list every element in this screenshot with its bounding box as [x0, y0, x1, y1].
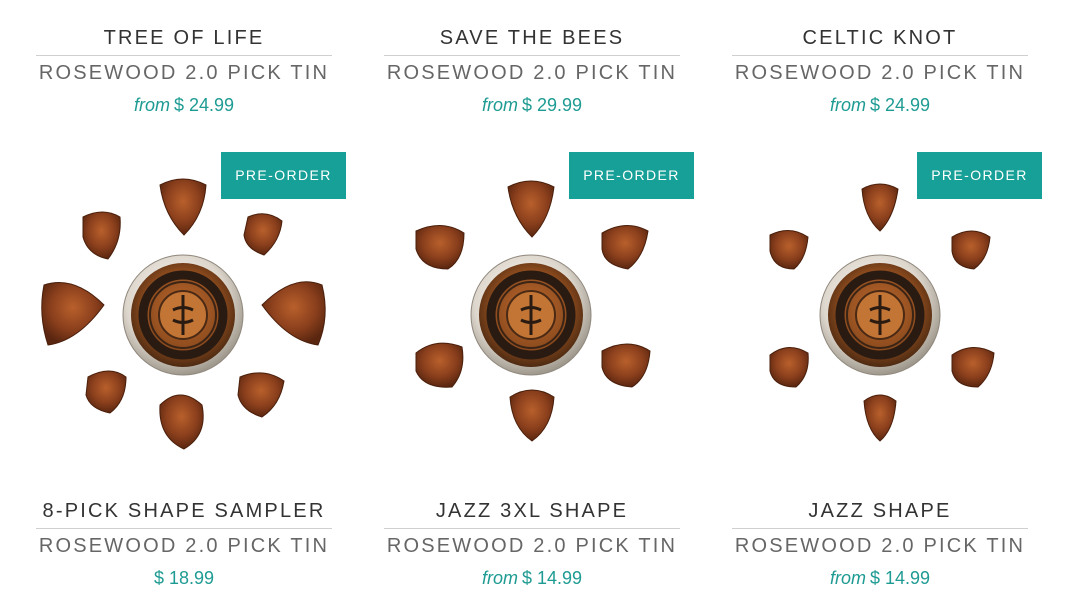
- price-value: $ 24.99: [869, 95, 931, 115]
- product-card-save-the-bees[interactable]: SAVE THE BEES ROSEWOOD 2.0 PICK TIN from…: [358, 24, 706, 120]
- product-subtitle: ROSEWOOD 2.0 PICK TIN: [386, 62, 678, 84]
- product-title[interactable]: TREE OF LIFE: [10, 24, 358, 52]
- title-divider: [732, 55, 1028, 56]
- title-divider: [384, 528, 680, 529]
- product-subtitle: ROSEWOOD 2.0 PICK TIN: [386, 535, 678, 557]
- product-card-jazz-shape[interactable]: JAZZ SHAPE ROSEWOOD 2.0 PICK TIN from $ 1…: [706, 497, 1054, 593]
- product-price-line: from $ 29.99: [358, 90, 706, 120]
- product-title[interactable]: JAZZ SHAPE: [706, 497, 1054, 525]
- title-divider: [732, 528, 1028, 529]
- product-title[interactable]: 8-PICK SHAPE SAMPLER: [10, 497, 358, 525]
- product-title[interactable]: JAZZ 3XL SHAPE: [358, 497, 706, 525]
- product-price-line: from $ 14.99: [358, 563, 706, 593]
- pre-order-badge[interactable]: PRE-ORDER: [917, 152, 1042, 199]
- product-grid: TREE OF LIFE ROSEWOOD 2.0 PICK TIN from $…: [0, 0, 1080, 600]
- from-label: from: [829, 95, 866, 115]
- price-value: $ 14.99: [521, 568, 583, 588]
- pre-order-badge[interactable]: PRE-ORDER: [221, 152, 346, 199]
- product-price-line: $ 18.99: [10, 563, 358, 593]
- title-divider: [384, 55, 680, 56]
- product-title[interactable]: SAVE THE BEES: [358, 24, 706, 52]
- title-divider: [36, 528, 332, 529]
- price-value: $ 29.99: [521, 95, 583, 115]
- product-card-jazz-3xl-shape[interactable]: JAZZ 3XL SHAPE ROSEWOOD 2.0 PICK TIN fro…: [358, 497, 706, 593]
- title-divider: [36, 55, 332, 56]
- product-title[interactable]: CELTIC KNOT: [706, 24, 1054, 52]
- product-card-tree-of-life[interactable]: TREE OF LIFE ROSEWOOD 2.0 PICK TIN from $…: [10, 24, 358, 120]
- price-value: $ 24.99: [173, 95, 235, 115]
- product-subtitle: ROSEWOOD 2.0 PICK TIN: [38, 535, 330, 557]
- price-value: $ 18.99: [153, 568, 215, 588]
- product-card-8-pick-shape-sampler[interactable]: 8-PICK SHAPE SAMPLER ROSEWOOD 2.0 PICK T…: [10, 497, 358, 593]
- product-subtitle: ROSEWOOD 2.0 PICK TIN: [38, 62, 330, 84]
- pre-order-badge[interactable]: PRE-ORDER: [569, 152, 694, 199]
- from-label: from: [829, 568, 866, 588]
- from-label: from: [133, 95, 170, 115]
- product-price-line: from $ 24.99: [10, 90, 358, 120]
- product-price-line: from $ 14.99: [706, 563, 1054, 593]
- product-subtitle: ROSEWOOD 2.0 PICK TIN: [734, 535, 1026, 557]
- price-value: $ 14.99: [869, 568, 931, 588]
- product-price-line: from $ 24.99: [706, 90, 1054, 120]
- from-label: from: [481, 568, 518, 588]
- product-subtitle: ROSEWOOD 2.0 PICK TIN: [734, 62, 1026, 84]
- product-card-celtic-knot[interactable]: CELTIC KNOT ROSEWOOD 2.0 PICK TIN from $ …: [706, 24, 1054, 120]
- from-label: from: [481, 95, 518, 115]
